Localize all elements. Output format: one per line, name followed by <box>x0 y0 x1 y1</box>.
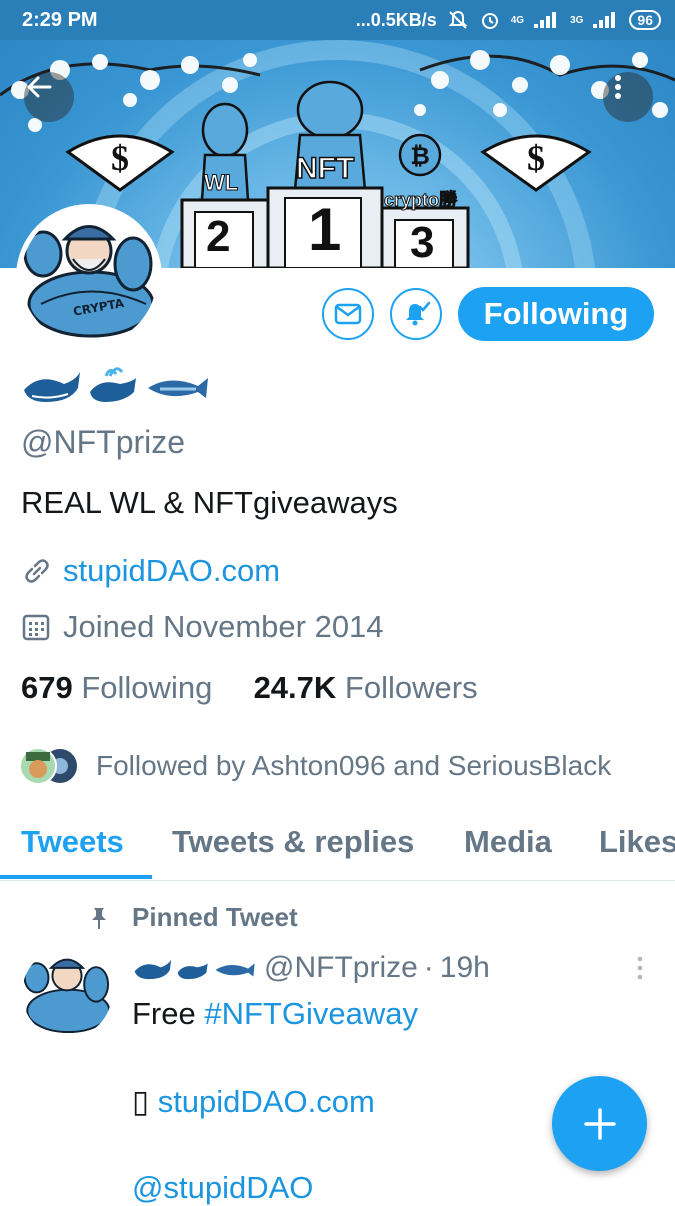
follower-avatars <box>19 747 79 785</box>
following-count-link[interactable]: 679 Following <box>21 670 212 705</box>
profile-tabs: Tweets Tweets & replies Media Likes <box>0 818 675 881</box>
pinned-label: Pinned Tweet <box>132 902 298 932</box>
podium-title-crypto: crypto勝 <box>383 190 458 211</box>
tab-likes[interactable]: Likes <box>599 824 675 860</box>
whale-fish-emoji-icon <box>134 959 255 980</box>
following-label: Following <box>81 670 213 705</box>
tweet-options-button[interactable] <box>636 956 644 985</box>
notifications-button[interactable] <box>390 288 442 340</box>
network-speed: ...0.5KB/s <box>355 9 437 30</box>
compose-tweet-button[interactable] <box>552 1076 647 1171</box>
avatar[interactable]: CRYPTA <box>16 204 162 350</box>
hashtag-link[interactable]: #NFTGiveaway <box>204 996 418 1031</box>
followed-by-text: Followed by Ashton096 and SeriousBlack <box>96 750 612 781</box>
podium-title-nft: NFT <box>295 151 355 186</box>
bell-check-icon <box>406 301 431 326</box>
tweet-avatar[interactable] <box>22 948 112 1038</box>
tweet-dot: · <box>423 951 434 984</box>
podium-number-2: 2 <box>206 212 231 261</box>
status-icons: ...0.5KB/s 4G 3G 96 <box>356 9 661 31</box>
more-vertical-icon <box>637 956 643 980</box>
calendar-icon <box>22 614 50 641</box>
svg-text:$: $ <box>527 138 545 178</box>
back-button[interactable] <box>24 72 74 122</box>
status-bar: 2:29 PM ...0.5KB/s 4G 3G 96 <box>0 0 675 40</box>
tweet-header: @NFTprize · 19h <box>132 951 490 985</box>
podium-number-3: 3 <box>410 218 435 267</box>
network-type-1: 4G <box>510 14 525 26</box>
link-icon <box>25 559 49 583</box>
tweet-line-3: @stupidDAO <box>132 1170 313 1206</box>
follow-counts: 679 Following 24.7K Followers <box>21 670 478 706</box>
plus-icon <box>583 1107 616 1140</box>
tweet-time: 19h <box>439 951 490 984</box>
message-button[interactable] <box>322 288 374 340</box>
envelope-icon <box>334 303 362 325</box>
whale-fish-emoji-icon <box>24 367 208 402</box>
overflow-menu-button[interactable] <box>603 72 653 122</box>
signal-icon <box>534 12 560 28</box>
podium-title-wl: WL <box>203 170 239 196</box>
profile-bio: REAL WL & NFTgiveaways <box>21 485 398 520</box>
missing-glyph: ▯ <box>132 1084 150 1119</box>
profile-handle: @NFTprize <box>21 424 186 460</box>
following-button[interactable]: Following <box>458 287 654 341</box>
tweet-avatar-image <box>22 948 112 1038</box>
followers-label: Followers <box>344 670 478 705</box>
alarm-icon <box>481 13 498 29</box>
tweet-url-link[interactable]: stupidDAO.com <box>158 1084 375 1119</box>
arrow-left-icon <box>27 76 52 98</box>
active-tab-indicator <box>0 875 152 879</box>
tab-tweets-replies[interactable]: Tweets & replies <box>172 824 414 860</box>
tweet-line-1: Free #NFTGiveaway <box>132 996 418 1032</box>
tweet-line-2: ▯ stupidDAO.com <box>132 1084 375 1120</box>
website-link[interactable]: stupidDAO.com <box>63 553 280 589</box>
battery-icon: 96 <box>629 10 661 30</box>
joined-date: Joined November 2014 <box>63 609 384 644</box>
followers-count-link[interactable]: 24.7K Followers <box>254 670 478 705</box>
tweet-text: Free <box>132 996 205 1031</box>
pin-icon <box>92 907 106 929</box>
signal-icon <box>593 12 619 28</box>
svg-text:$: $ <box>111 138 129 178</box>
followers-count: 24.7K <box>253 670 337 705</box>
podium-number-1: 1 <box>308 196 342 263</box>
display-name: 🐋🐳🐟 <box>20 362 210 413</box>
network-type-2: 3G <box>570 14 584 26</box>
avatar-image: CRYPTA <box>21 209 157 345</box>
website-row: stupidDAO.com <box>21 553 280 589</box>
tab-media[interactable]: Media <box>464 824 552 860</box>
mute-icon <box>448 10 468 29</box>
following-count: 679 <box>21 670 73 705</box>
tweet-handle[interactable]: @NFTprize <box>264 951 418 985</box>
tab-tweets[interactable]: Tweets <box>21 824 124 860</box>
clock: 2:29 PM <box>22 8 98 31</box>
pinned-label-row: Pinned Tweet <box>86 902 298 933</box>
more-vertical-icon <box>615 75 621 99</box>
followed-by-row[interactable]: Followed by Ashton096 and SeriousBlack <box>18 744 611 788</box>
joined-row: Joined November 2014 <box>21 609 384 645</box>
svg-text:₿: ₿ <box>410 142 430 170</box>
